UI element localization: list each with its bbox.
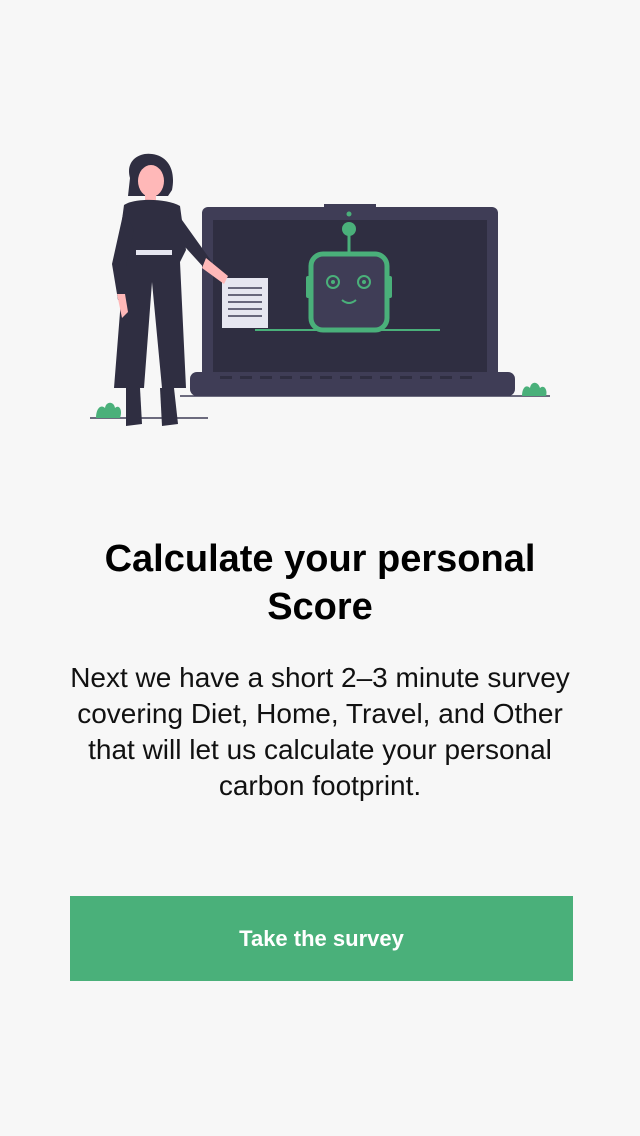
onboarding-illustration	[90, 153, 550, 426]
take-survey-button[interactable]: Take the survey	[70, 896, 573, 981]
plant-left-icon	[96, 402, 122, 418]
plant-right-icon	[522, 382, 547, 396]
ground-lines	[90, 395, 550, 419]
page-title: Calculate your personal Score	[104, 538, 536, 628]
survey-description: Next we have a short 2–3 minute survey c…	[70, 662, 570, 801]
document-icon	[222, 278, 268, 328]
